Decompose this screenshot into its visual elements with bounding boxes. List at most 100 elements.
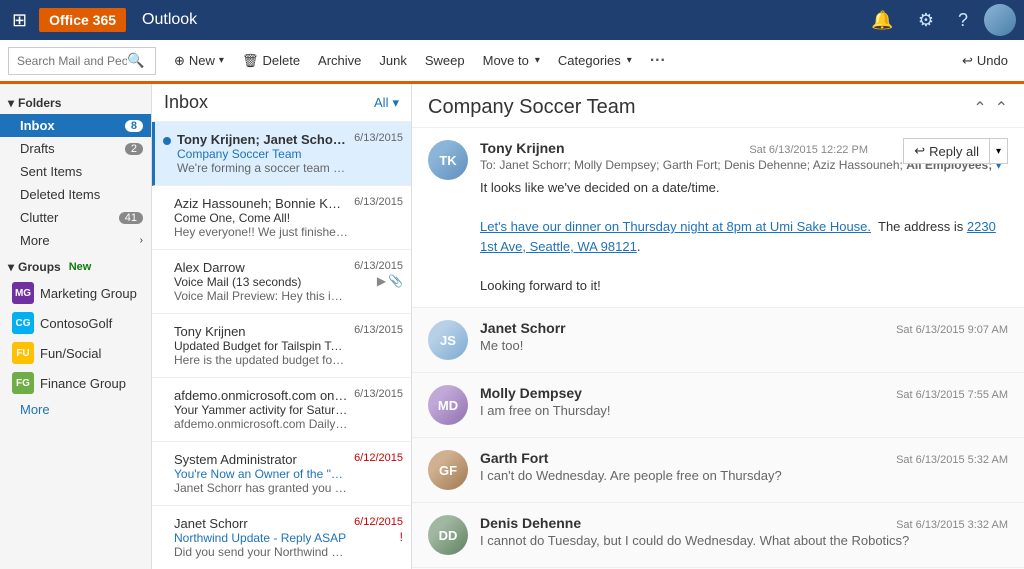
email-preview: Hey everyone!! We just finished moving i… <box>174 225 348 239</box>
email-item[interactable]: afdemo.onmicrosoft.com on Yammer Your Ya… <box>152 378 411 442</box>
funsocial-label: Fun/Social <box>40 346 101 361</box>
move-button[interactable]: Move to <box>475 47 548 75</box>
search-input[interactable] <box>17 54 127 68</box>
sidebar-item-inbox[interactable]: Inbox 8 <box>0 114 151 137</box>
thread-preview: I cannot do Tuesday, but I could do Wedn… <box>480 533 1008 548</box>
avatar-garth: GF <box>428 450 468 490</box>
attach-icon: 📎 <box>388 274 403 288</box>
detail-header: Company Soccer Team ⌃ ⌃ <box>412 84 1024 128</box>
email-list: Inbox All ▾ Tony Krijnen; Janet Schorr; … <box>152 84 412 569</box>
collapse-icon[interactable]: ⌃ <box>973 98 986 118</box>
folders-header[interactable]: ▾ Folders <box>0 92 151 114</box>
archive-button[interactable]: Archive <box>310 47 369 75</box>
email-item[interactable]: Tony Krijnen; Janet Schorr; Molly D... C… <box>152 122 411 186</box>
thread-item-4[interactable]: DD Denis Dehenne Sat 6/13/2015 3:32 AM I… <box>412 503 1024 568</box>
groups-header[interactable]: ▾ Groups New <box>0 256 151 278</box>
email-item[interactable]: Janet Schorr Northwind Update - Reply AS… <box>152 506 411 569</box>
reply-all-button[interactable]: ↩ Reply all <box>903 138 990 164</box>
thread-item-2[interactable]: MD Molly Dempsey Sat 6/13/2015 7:55 AM I… <box>412 373 1024 438</box>
email-date: 6/12/2015 <box>354 516 403 528</box>
thread-date: Sat 6/13/2015 5:32 AM <box>896 454 1008 466</box>
thread-sender: Molly Dempsey <box>480 385 582 401</box>
inbox-label: Inbox <box>20 118 55 133</box>
thread-date: Sat 6/13/2015 9:07 AM <box>896 324 1008 336</box>
delete-button[interactable]: 🗑 Delete <box>234 47 308 75</box>
email-content: afdemo.onmicrosoft.com on Yammer Your Ya… <box>174 388 348 431</box>
sidebar-item-drafts[interactable]: Drafts 2 <box>0 137 151 160</box>
sidebar-item-deleted[interactable]: Deleted Items <box>0 183 151 206</box>
email-sender: Tony Krijnen; Janet Schorr; Molly D... <box>177 132 348 147</box>
app-name: Outlook <box>142 11 197 29</box>
categories-button[interactable]: Categories <box>550 47 640 75</box>
folders-label: Folders <box>18 96 61 110</box>
groups-more[interactable]: More <box>0 398 151 421</box>
group-item-marketing[interactable]: MG Marketing Group <box>0 278 151 308</box>
email-subject: Northwind Update - Reply ASAP <box>174 531 348 545</box>
email-content: Tony Krijnen; Janet Schorr; Molly D... C… <box>177 132 348 175</box>
thread-body-1: Janet Schorr Sat 6/13/2015 9:07 AM Me to… <box>480 320 1008 360</box>
thread-preview: Me too! <box>480 338 1008 353</box>
thread-preview: I can't do Wednesday. Are people free on… <box>480 468 1008 483</box>
reply-all-icon: ↩ <box>914 143 925 159</box>
gear-icon[interactable]: ⚙ <box>910 6 942 35</box>
flag-icon: ! <box>400 530 403 544</box>
email-content: Alex Darrow Voice Mail (13 seconds) Voic… <box>174 260 348 303</box>
email-preview: Voice Mail Preview: Hey this is Alex I'm… <box>174 289 348 303</box>
thread-date: Sat 6/13/2015 12:22 PM <box>749 144 868 156</box>
thread-sender: Tony Krijnen <box>480 140 565 156</box>
email-preview: Did you send your Northwind analysis to … <box>174 545 348 559</box>
email-item[interactable]: Aziz Hassouneh; Bonnie Kearney; D... Com… <box>152 186 411 250</box>
sidebar-item-clutter[interactable]: Clutter 41 <box>0 206 151 229</box>
thread-item-3[interactable]: GF Garth Fort Sat 6/13/2015 5:32 AM I ca… <box>412 438 1024 503</box>
email-item[interactable]: Alex Darrow Voice Mail (13 seconds) Voic… <box>152 250 411 314</box>
sidebar: ▾ Folders Inbox 8 Drafts 2 Sent Items De… <box>0 84 152 569</box>
search-icon[interactable]: 🔍 <box>127 52 144 69</box>
reply-dropdown-button[interactable]: ▾ <box>990 138 1008 164</box>
group-item-funsocial[interactable]: FU Fun/Social <box>0 338 151 368</box>
undo-button[interactable]: ↩ Undo <box>954 49 1016 73</box>
groups-new-badge: New <box>69 261 92 273</box>
thread-sender: Janet Schorr <box>480 320 566 336</box>
more-button[interactable]: ··· <box>642 50 674 72</box>
app-grid-icon[interactable]: ⊞ <box>8 6 31 35</box>
sidebar-item-sent[interactable]: Sent Items <box>0 160 151 183</box>
avatar-tony: TK <box>428 140 468 180</box>
sweep-button[interactable]: Sweep <box>417 47 473 75</box>
junk-button[interactable]: Junk <box>371 47 414 75</box>
email-subject: Company Soccer Team <box>177 147 348 161</box>
inbox-title: Inbox <box>164 92 208 113</box>
avatar-molly: MD <box>428 385 468 425</box>
email-date: 6/13/2015 <box>354 196 403 208</box>
new-dropdown-icon[interactable]: ▾ <box>219 55 224 66</box>
thread-item-1[interactable]: JS Janet Schorr Sat 6/13/2015 9:07 AM Me… <box>412 308 1024 373</box>
finance-label: Finance Group <box>40 376 126 391</box>
email-preview: Janet Schorr has granted you ownership w… <box>174 481 348 495</box>
help-icon[interactable]: ? <box>950 6 976 35</box>
thread-text: It looks like we've decided on a date/ti… <box>480 178 1008 295</box>
filter-all[interactable]: All ▾ <box>374 95 399 111</box>
email-item[interactable]: System Administrator You're Now an Owner… <box>152 442 411 506</box>
finance-icon: FG <box>12 372 34 394</box>
group-item-finance[interactable]: FG Finance Group <box>0 368 151 398</box>
delete-icon: 🗑 <box>242 53 259 69</box>
new-icon: ⊕ <box>174 53 185 69</box>
email-subject: You're Now an Owner of the "Project Falc… <box>174 467 348 481</box>
search-box[interactable]: 🔍 <box>8 47 156 75</box>
contoso-icon: CG <box>12 312 34 334</box>
group-item-contoso[interactable]: CG ContosoGolf <box>0 308 151 338</box>
dinner-link[interactable]: Let's have our dinner on Thursday night … <box>480 219 871 234</box>
email-sender: System Administrator <box>174 452 348 467</box>
undo-icon: ↩ <box>962 53 973 69</box>
expand-icon[interactable]: ⌃ <box>995 98 1008 118</box>
toolbar: 🔍 ⊕ New ▾ 🗑 Delete Archive Junk Sweep Mo… <box>0 40 1024 84</box>
bell-icon[interactable]: 🔔 <box>863 6 901 35</box>
marketing-label: Marketing Group <box>40 286 137 301</box>
more-chevron-icon: › <box>140 235 143 246</box>
avatar[interactable] <box>984 4 1016 36</box>
email-meta: 6/12/2015 ! <box>354 516 403 544</box>
sidebar-item-more[interactable]: More › <box>0 229 151 252</box>
new-button[interactable]: ⊕ New ▾ <box>166 47 232 75</box>
thread-body-4: Denis Dehenne Sat 6/13/2015 3:32 AM I ca… <box>480 515 1008 555</box>
marketing-icon: MG <box>12 282 34 304</box>
email-item[interactable]: Tony Krijnen Updated Budget for Tailspin… <box>152 314 411 378</box>
